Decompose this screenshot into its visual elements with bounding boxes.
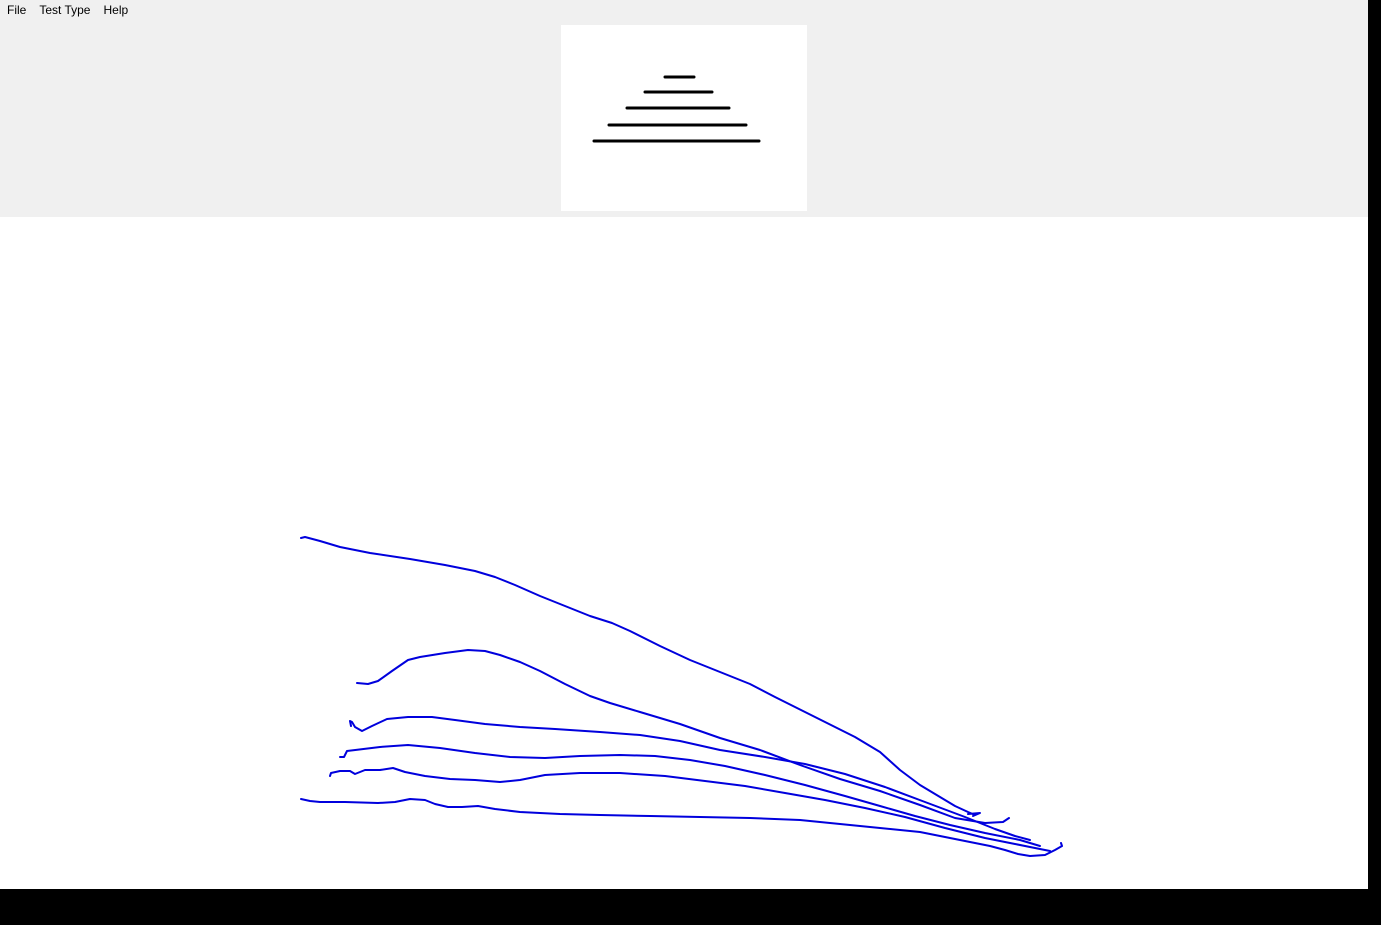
trace-6: [300, 798, 1063, 857]
menu-bar: File Test Type Help: [0, 0, 1368, 20]
taskbar: [0, 889, 1381, 925]
menu-help[interactable]: Help: [97, 0, 134, 20]
header-panel: [0, 20, 1368, 217]
trace-4: [339, 744, 1041, 847]
drawing-canvas-svg: [300, 536, 1063, 857]
menu-test-type[interactable]: Test Type: [33, 0, 96, 20]
menu-file[interactable]: File: [1, 0, 32, 20]
drawing-canvas[interactable]: [0, 217, 1368, 889]
app-window: File Test Type Help: [0, 0, 1368, 889]
reference-pattern: [561, 25, 807, 211]
reference-pattern-svg: [592, 75, 761, 143]
trace-5: [329, 767, 1051, 852]
